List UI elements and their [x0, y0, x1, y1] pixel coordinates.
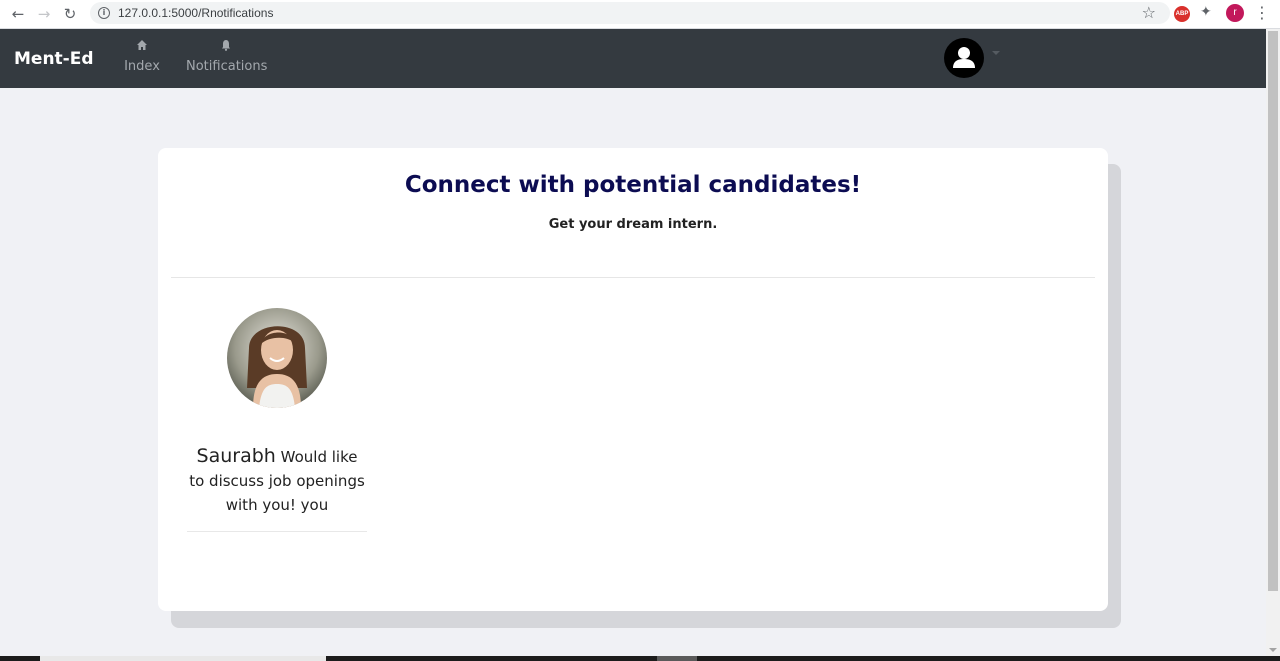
reload-icon[interactable]: ↻ [60, 4, 80, 24]
candidate-photo [227, 308, 327, 408]
page-subtitle: Get your dream intern. [548, 217, 718, 232]
page-title: Connect with potential candidates! [404, 172, 862, 198]
scrollbar-thumb[interactable] [1268, 31, 1278, 591]
nav-notifications-link[interactable]: Notifications [186, 39, 268, 74]
url-text[interactable]: 127.0.0.1:5000/Rnotifications [118, 6, 273, 20]
scroll-down-icon[interactable] [1269, 648, 1277, 652]
nav-index-label: Index [124, 59, 160, 74]
kebab-menu-icon[interactable]: ⋮ [1254, 4, 1270, 22]
bell-icon [186, 39, 266, 55]
info-icon[interactable]: i [98, 7, 110, 19]
taskbar-item[interactable] [657, 656, 697, 661]
brand-logo[interactable]: Ment-Ed [14, 49, 94, 69]
forward-icon[interactable]: → [34, 4, 54, 24]
candidate-name[interactable]: Saurabh [197, 445, 276, 467]
home-icon [124, 39, 160, 55]
star-icon[interactable]: ☆ [1142, 3, 1156, 22]
back-icon[interactable]: ← [8, 4, 28, 24]
os-taskbar [0, 656, 1280, 661]
profile-icon[interactable]: r [1226, 4, 1244, 22]
notification-text: Saurabh Would like to discuss job openin… [187, 444, 367, 517]
address-bar[interactable]: i 127.0.0.1:5000/Rnotifications ☆ [90, 2, 1170, 24]
notifications-card: Connect with potential candidates! Get y… [158, 148, 1108, 611]
chevron-down-icon[interactable] [992, 51, 1000, 55]
browser-toolbar: ← → ↻ i 127.0.0.1:5000/Rnotifications ☆ … [0, 0, 1280, 29]
item-divider [187, 531, 367, 532]
app-navbar: Ment-Ed Index Notifications [0, 29, 1266, 88]
taskbar-item[interactable] [40, 656, 326, 661]
page-scrollbar[interactable] [1266, 29, 1280, 656]
divider [171, 277, 1095, 278]
user-avatar-icon[interactable] [944, 38, 984, 78]
puzzle-icon[interactable]: ✦ [1200, 4, 1212, 20]
nav-index-link[interactable]: Index [124, 39, 160, 74]
notification-item[interactable]: Saurabh Would like to discuss job openin… [187, 308, 367, 532]
adblock-icon[interactable]: ABP [1174, 6, 1190, 22]
nav-notifications-label: Notifications [186, 59, 268, 74]
